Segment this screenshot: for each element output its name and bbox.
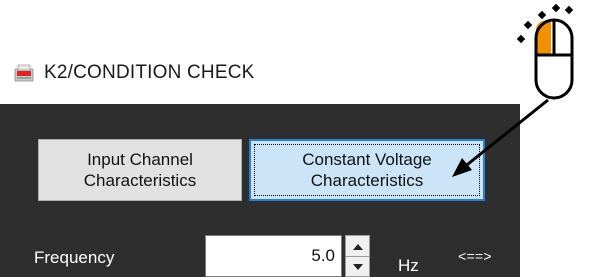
swap-link[interactable]: <==>	[458, 250, 492, 266]
frequency-label: Frequency	[34, 248, 115, 267]
frequency-spinner[interactable]	[345, 235, 370, 277]
triangle-up-icon	[352, 243, 363, 250]
spin-up-button[interactable]	[346, 237, 369, 257]
frequency-input[interactable]: 5.0	[205, 235, 342, 277]
button-label-line: Input Channel	[87, 150, 193, 169]
frequency-unit: Hz	[398, 256, 419, 275]
app-logo-icon	[14, 64, 34, 82]
focus-rectangle	[254, 144, 480, 196]
spin-down-button[interactable]	[346, 257, 369, 276]
window-title: K2/CONDITION CHECK	[44, 62, 255, 83]
constant-voltage-characteristics-button[interactable]: Constant Voltage Characteristics	[249, 139, 485, 201]
button-label-line: Characteristics	[83, 171, 197, 190]
input-channel-characteristics-button[interactable]: Input Channel Characteristics	[38, 139, 242, 201]
mouse-click-icon	[516, 3, 574, 100]
triangle-down-icon	[352, 263, 363, 270]
